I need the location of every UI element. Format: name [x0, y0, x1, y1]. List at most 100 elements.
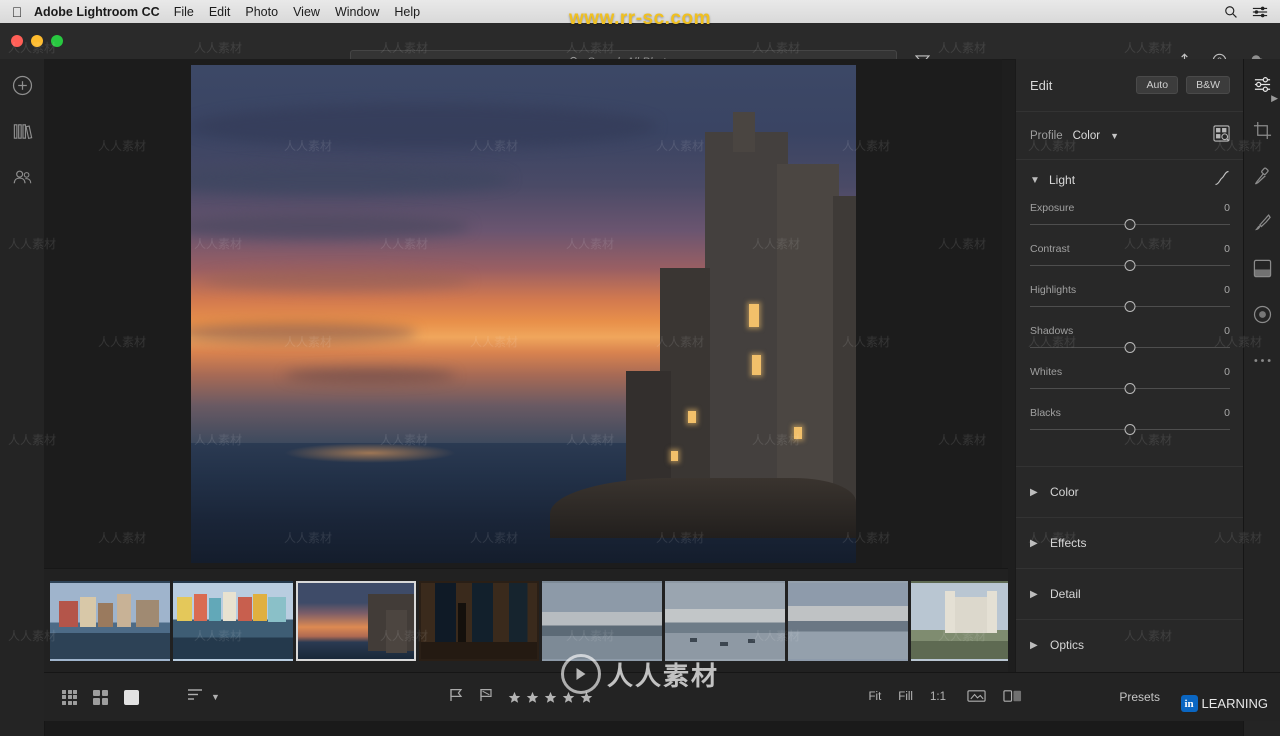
profile-browser-icon[interactable]: [1213, 124, 1230, 147]
light-section-title: Light: [1049, 173, 1076, 187]
filmstrip-thumbnail[interactable]: [911, 581, 1008, 661]
search-icon[interactable]: [1224, 5, 1238, 19]
menu-app-name[interactable]: Adobe Lightroom CC: [34, 5, 160, 19]
zoom-fit-button[interactable]: Fit: [869, 691, 882, 703]
shared-icon[interactable]: [12, 167, 33, 193]
more-options-icon[interactable]: [1253, 351, 1272, 369]
single-photo-icon[interactable]: [124, 689, 139, 705]
slider-label: Highlights: [1030, 284, 1077, 296]
chevron-down-icon[interactable]: ▼: [211, 692, 220, 702]
filmstrip-thumbnail[interactable]: [665, 581, 785, 661]
linear-gradient-icon[interactable]: [1253, 259, 1272, 283]
photo-cloud: [203, 268, 470, 292]
compare-icon[interactable]: [967, 689, 986, 706]
photo-rocks: [549, 477, 856, 538]
section-title: Effects: [1050, 536, 1087, 550]
menu-item-edit[interactable]: Edit: [209, 5, 231, 19]
chevron-down-icon[interactable]: ▼: [1030, 175, 1040, 186]
filmstrip[interactable]: [44, 568, 1008, 673]
menu-item-help[interactable]: Help: [394, 5, 420, 19]
edit-panel-title: Edit: [1030, 77, 1053, 93]
section-color[interactable]: ▶ Color: [1016, 466, 1244, 517]
slider-label: Shadows: [1030, 325, 1074, 337]
zoom-fill-button[interactable]: Fill: [898, 691, 913, 703]
panel-collapse-caret-icon[interactable]: ▶: [1271, 93, 1278, 104]
filmstrip-thumbnail[interactable]: [419, 581, 539, 661]
lightroom-window:  Adobe Lightroom CC File Edit Photo Vie…: [0, 0, 1280, 736]
slider-handle[interactable]: [1124, 260, 1136, 271]
radial-gradient-icon[interactable]: [1253, 305, 1272, 329]
photo-stage[interactable]: [44, 59, 1002, 568]
control-center-icon[interactable]: [1252, 5, 1268, 19]
menu-item-photo[interactable]: Photo: [245, 5, 278, 19]
brush-icon[interactable]: [1253, 213, 1272, 237]
light-sliders: Exposure 0 Contrast 0 Highlights 0 Shado…: [1016, 200, 1244, 435]
right-tool-rail: [1243, 59, 1280, 736]
zoom-1to1-button[interactable]: 1:1: [930, 691, 946, 703]
chevron-right-icon[interactable]: ▶: [1030, 538, 1040, 549]
minimize-window-button[interactable]: [31, 35, 43, 47]
section-title: Optics: [1050, 638, 1085, 652]
menu-item-file[interactable]: File: [174, 5, 194, 19]
star-rating-icon[interactable]: [508, 691, 593, 704]
slider-label: Exposure: [1030, 202, 1075, 214]
slider-handle[interactable]: [1124, 424, 1136, 435]
flag-icon[interactable]: [448, 688, 464, 707]
chevron-right-icon[interactable]: ▶: [1030, 589, 1040, 600]
slider-value: 0: [1224, 366, 1230, 378]
healing-brush-icon[interactable]: [1253, 167, 1272, 191]
grid-view-icon[interactable]: [62, 689, 77, 705]
profile-label: Profile: [1030, 129, 1063, 142]
profile-value[interactable]: Color: [1073, 130, 1100, 142]
section-detail[interactable]: ▶ Detail: [1016, 568, 1244, 619]
slider-value: 0: [1224, 325, 1230, 337]
slider-value: 0: [1224, 284, 1230, 296]
slider-whites[interactable]: Whites 0: [1030, 366, 1230, 394]
slider-label: Blacks: [1030, 407, 1061, 419]
chevron-right-icon[interactable]: ▶: [1030, 640, 1040, 651]
apple-logo-icon[interactable]: : [0, 5, 34, 19]
library-icon[interactable]: [12, 121, 33, 147]
filmstrip-thumbnail[interactable]: [788, 581, 908, 661]
slider-handle[interactable]: [1124, 219, 1136, 230]
filmstrip-thumbnail[interactable]: [542, 581, 662, 661]
slider-exposure[interactable]: Exposure 0: [1030, 202, 1230, 230]
filmstrip-thumbnail-selected[interactable]: [296, 581, 416, 661]
slider-handle[interactable]: [1124, 342, 1136, 353]
slider-contrast[interactable]: Contrast 0: [1030, 243, 1230, 271]
filmstrip-thumbnail[interactable]: [173, 581, 293, 661]
section-effects[interactable]: ▶ Effects: [1016, 517, 1244, 568]
filmstrip-thumbnail[interactable]: [50, 581, 170, 661]
close-window-button[interactable]: [11, 35, 23, 47]
presets-button[interactable]: Presets: [1119, 690, 1160, 704]
slider-value: 0: [1224, 407, 1230, 419]
slider-blacks[interactable]: Blacks 0: [1030, 407, 1230, 435]
bw-button[interactable]: B&W: [1186, 76, 1230, 94]
square-grid-icon[interactable]: [93, 689, 108, 705]
mac-menu-bar:  Adobe Lightroom CC File Edit Photo Vie…: [0, 0, 1280, 24]
auto-button[interactable]: Auto: [1136, 76, 1179, 94]
light-section-header[interactable]: ▼ Light: [1016, 160, 1244, 200]
slider-handle[interactable]: [1124, 383, 1136, 394]
slider-value: 0: [1224, 243, 1230, 255]
window-traffic-lights[interactable]: [0, 35, 63, 47]
section-optics[interactable]: ▶ Optics: [1016, 619, 1244, 670]
edit-sliders-icon[interactable]: [1253, 75, 1272, 99]
slider-highlights[interactable]: Highlights 0: [1030, 284, 1230, 312]
slider-shadows[interactable]: Shadows 0: [1030, 325, 1230, 353]
slider-handle[interactable]: [1124, 301, 1136, 312]
sort-icon[interactable]: [187, 688, 203, 706]
tone-curve-icon[interactable]: [1214, 170, 1230, 191]
section-title: Color: [1050, 485, 1079, 499]
menu-item-window[interactable]: Window: [335, 5, 379, 19]
zoom-window-button[interactable]: [51, 35, 63, 47]
chevron-right-icon[interactable]: ▶: [1030, 487, 1040, 498]
main-photo[interactable]: [190, 64, 856, 563]
reject-flag-icon[interactable]: [478, 688, 494, 707]
before-after-icon[interactable]: [1003, 689, 1022, 706]
chevron-down-icon[interactable]: ▼: [1110, 131, 1119, 141]
menu-item-view[interactable]: View: [293, 5, 320, 19]
crop-icon[interactable]: [1253, 121, 1272, 145]
add-photos-icon[interactable]: [12, 75, 33, 101]
photo-sun-reflection: [283, 443, 457, 463]
